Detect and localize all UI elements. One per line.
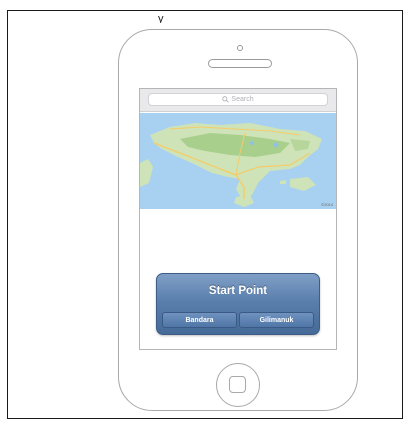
phone-screen: Search ©2014 Start Point Bandara Giliman… (139, 88, 337, 350)
start-point-title: Start Point (208, 285, 268, 297)
start-point-options: Bandara Gilimanuk (162, 312, 314, 328)
option-bandara-button[interactable]: Bandara (162, 312, 237, 328)
figure-frame: y Search ©2014 Start Point Bandara Gilim… (7, 10, 403, 419)
bali-island-map (140, 113, 336, 209)
option-gilimanuk-button[interactable]: Gilimanuk (239, 312, 314, 328)
speaker-grille (208, 59, 272, 68)
home-square-icon (229, 376, 246, 393)
start-point-control[interactable]: Start Point Bandara Gilimanuk (156, 273, 320, 335)
camera-icon (237, 45, 243, 51)
search-placeholder: Search (231, 96, 254, 103)
search-icon (222, 96, 230, 103)
map-view[interactable]: ©2014 (140, 113, 336, 209)
home-button[interactable] (216, 363, 260, 407)
phone-mockup: Search ©2014 Start Point Bandara Giliman… (118, 29, 358, 411)
search-input[interactable]: Search (148, 93, 328, 106)
search-bar: Search (140, 89, 336, 112)
cropped-caption: y (158, 15, 167, 23)
map-credit: ©2014 (321, 202, 333, 207)
